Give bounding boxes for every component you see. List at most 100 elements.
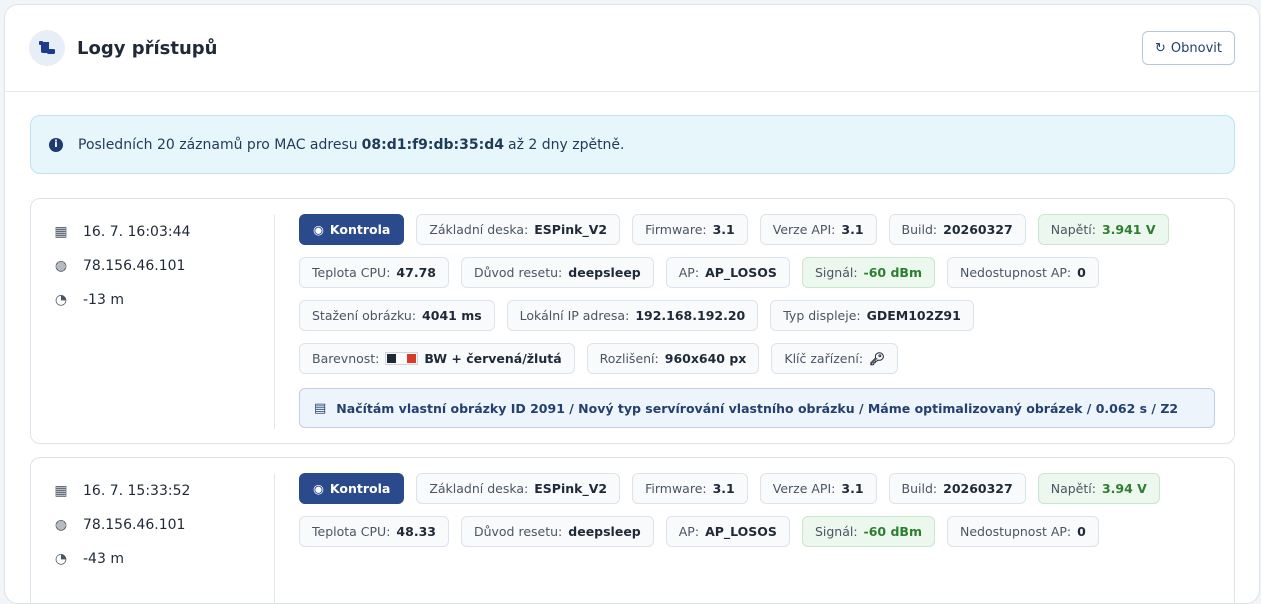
chip-value: 3.941 V <box>1101 222 1156 237</box>
chip-device-key[interactable]: Klíč zařízení: 🔑︎ <box>771 343 898 374</box>
chip-cpu-temp: Teplota CPU: 47.78 <box>299 257 449 288</box>
info-icon: i <box>49 137 63 152</box>
entry-ip: ◍ 78.156.46.101 <box>53 249 268 283</box>
chip-value: GDEM102Z91 <box>866 308 961 323</box>
calendar-icon: ▦ <box>54 224 68 240</box>
action-label: Kontrola <box>329 481 391 496</box>
entry-chips: ◉ Kontrola Základní deska: ESPink_V2 Firmw… <box>299 214 1219 374</box>
chip-label: Verze API: <box>772 222 836 237</box>
ip-text: 78.156.46.101 <box>83 517 186 533</box>
chip-reset-reason: Důvod resetu: deepsleep <box>460 257 654 288</box>
globe-icon: ◍ <box>54 258 68 274</box>
chip-value: 3.1 <box>841 222 864 237</box>
chip-ap: AP: AP_LOSOS <box>665 257 790 288</box>
chip-local-ip: Lokální IP adresa: 192.168.192.20 <box>506 300 759 331</box>
chip-value: ESPink_V2 <box>534 222 608 237</box>
card-header: Logy přístupů ↻ Obnovit <box>5 5 1259 92</box>
chip-value: 0 <box>1077 265 1086 280</box>
swatch-white <box>397 354 407 363</box>
chip-firmware: Firmware: 3.1 <box>632 473 748 504</box>
chip-label: Firmware: <box>645 222 707 237</box>
chip-label: Teplota CPU: <box>312 524 391 539</box>
chip-value: 47.78 <box>396 265 436 280</box>
alert-suffix: až 2 dny zpětně. <box>507 136 625 153</box>
age-text: -13 m <box>83 292 124 308</box>
chip-color: Barevnost: BW + červená/žlutá <box>299 343 575 374</box>
log-message: ▤ Načítám vlastní obrázky ID 2091 / Nový… <box>299 388 1215 428</box>
entry-age: ◔ -43 m <box>53 542 268 576</box>
entry-meta: ▦ 16. 7. 16:03:44 ◍ 78.156.46.101 ◔ -13 m <box>53 215 268 317</box>
color-swatches <box>385 352 419 365</box>
key-icon[interactable]: 🔑︎ <box>869 351 885 367</box>
chip-label: Rozlišení: <box>599 351 659 366</box>
chip-value: 4041 ms <box>422 308 482 323</box>
chip-label: AP: <box>678 265 700 280</box>
chip-value: AP_LOSOS <box>705 524 777 539</box>
chip-label: Teplota CPU: <box>312 265 391 280</box>
chip-value: deepsleep <box>568 265 641 280</box>
chip-label: Základní deska: <box>429 222 529 237</box>
chip-value: 48.33 <box>396 524 436 539</box>
entry-age: ◔ -13 m <box>53 283 268 317</box>
chip-label: Barevnost: <box>312 351 380 366</box>
alert-prefix: Posledních 20 záznamů pro MAC adresu <box>78 136 358 153</box>
chip-value: AP_LOSOS <box>705 265 777 280</box>
chip-voltage: Napětí: 3.94 V <box>1037 473 1160 504</box>
chip-build: Build: 20260327 <box>888 473 1026 504</box>
chip-ap: AP: AP_LOSOS <box>665 516 790 547</box>
chip-value: 20260327 <box>943 481 1013 496</box>
chip-value: ESPink_V2 <box>534 481 608 496</box>
chip-label: Signál: <box>814 524 858 539</box>
chip-resolution: Rozlišení: 960x640 px <box>586 343 760 374</box>
globe-icon: ◍ <box>54 517 68 533</box>
swatch-black <box>387 354 397 363</box>
entry-date: ▦ 16. 7. 15:33:52 <box>53 474 268 508</box>
chip-label: Nedostupnost AP: <box>959 265 1072 280</box>
chip-board: Základní deska: ESPink_V2 <box>416 214 621 245</box>
chip-reset-reason: Důvod resetu: deepsleep <box>460 516 654 547</box>
entry-ip: ◍ 78.156.46.101 <box>53 508 268 542</box>
chip-value: -60 dBm <box>863 265 922 280</box>
clock-icon: ◔ <box>54 551 68 567</box>
chip-firmware: Firmware: 3.1 <box>632 214 748 245</box>
chip-value: 3.1 <box>841 481 864 496</box>
action-badge: ◉ Kontrola <box>299 473 405 504</box>
chip-label: Lokální IP adresa: <box>519 308 630 323</box>
info-alert: i Posledních 20 záznamů pro MAC adresu 0… <box>30 115 1235 174</box>
chip-label: Napětí: <box>1050 222 1096 237</box>
access-logs-card: Logy přístupů ↻ Obnovit i Posledních 20 … <box>4 4 1260 604</box>
chip-voltage: Napětí: 3.941 V <box>1037 214 1169 245</box>
divider <box>274 474 275 603</box>
refresh-icon: ↻ <box>1155 40 1166 56</box>
swatch-red <box>407 354 417 363</box>
chip-signal: Signál: -60 dBm <box>801 257 935 288</box>
chip-value: 3.1 <box>712 222 735 237</box>
chip-label: Firmware: <box>645 481 707 496</box>
chip-value: -60 dBm <box>863 524 922 539</box>
clock-icon: ◔ <box>54 292 68 308</box>
entry-meta: ▦ 16. 7. 15:33:52 ◍ 78.156.46.101 ◔ -43 m <box>53 474 268 576</box>
chip-label: Signál: <box>814 265 858 280</box>
eye-icon: ◉ <box>313 222 324 237</box>
chip-label: Nedostupnost AP: <box>959 524 1072 539</box>
chip-label: Stažení obrázku: <box>312 308 417 323</box>
chip-label: Verze API: <box>772 481 836 496</box>
chip-api: Verze API: 3.1 <box>759 214 877 245</box>
chip-value: 192.168.192.20 <box>635 308 746 323</box>
chip-label: Důvod resetu: <box>473 524 563 539</box>
refresh-button[interactable]: ↻ Obnovit <box>1142 31 1235 65</box>
chip-signal: Signál: -60 dBm <box>801 516 935 547</box>
chip-label: Build: <box>901 481 938 496</box>
chip-label: Důvod resetu: <box>473 265 563 280</box>
scroll-icon <box>29 30 65 66</box>
age-text: -43 m <box>83 551 124 567</box>
page-title: Logy přístupů <box>77 37 218 59</box>
chip-label: Základní deska: <box>429 481 529 496</box>
chip-build: Build: 20260327 <box>888 214 1026 245</box>
chip-value: deepsleep <box>568 524 641 539</box>
date-text: 16. 7. 15:33:52 <box>83 483 191 499</box>
chip-value: 3.1 <box>712 481 735 496</box>
chip-label: Napětí: <box>1050 481 1096 496</box>
date-text: 16. 7. 16:03:44 <box>83 224 191 240</box>
chip-ap-downtime: Nedostupnost AP: 0 <box>946 257 1099 288</box>
